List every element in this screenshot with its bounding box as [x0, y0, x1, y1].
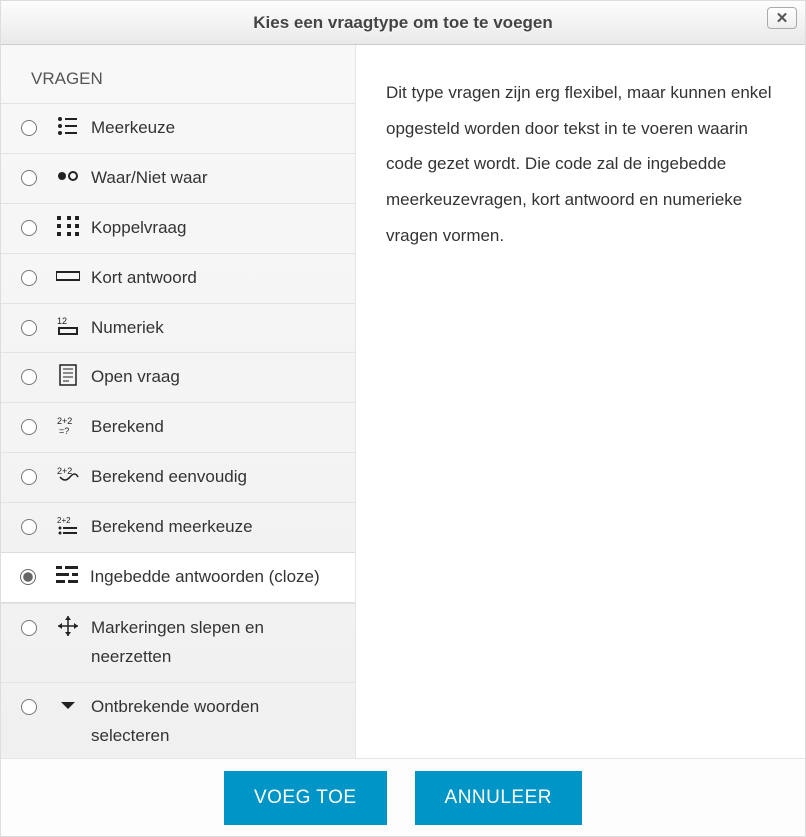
qtype-radio-openvraag[interactable]	[21, 369, 37, 385]
calculated-simple-icon: 2+2	[55, 463, 81, 487]
dialog-body: VRAGEN Meerkeuze Waar/Niet waar Koppelvraa…	[1, 45, 805, 758]
qtype-label: Waar/Niet waar	[91, 164, 339, 193]
qtype-radio-ingebedde[interactable]	[20, 569, 36, 585]
qtype-label: Kort antwoord	[91, 264, 339, 293]
qtype-option-koppelvraag[interactable]: Koppelvraag	[1, 203, 355, 253]
essay-icon	[55, 363, 81, 387]
calculated-multi-icon: 2+2	[55, 513, 81, 537]
list-icon	[55, 114, 81, 138]
qtype-radio-koppelvraag[interactable]	[21, 220, 37, 236]
svg-text:2+2: 2+2	[57, 516, 71, 525]
qtype-option-openvraag[interactable]: Open vraag	[1, 352, 355, 402]
svg-text:=?: =?	[59, 426, 69, 435]
qtype-label: Berekend meerkeuze	[91, 513, 339, 542]
qtype-radio-markeringen[interactable]	[21, 620, 37, 636]
qtype-option-numeriek[interactable]: 12 Numeriek	[1, 303, 355, 353]
shortanswer-icon	[55, 264, 81, 288]
select-missing-icon	[55, 693, 81, 717]
qtype-label: Berekend eenvoudig	[91, 463, 339, 492]
qtype-label: Meerkeuze	[91, 114, 339, 143]
qtype-option-berekend[interactable]: 2+2=? Berekend	[1, 402, 355, 452]
question-type-list[interactable]: VRAGEN Meerkeuze Waar/Niet waar Koppelvraa…	[1, 45, 355, 758]
close-icon: ✕	[776, 9, 789, 27]
qtype-option-meerkeuze[interactable]: Meerkeuze	[1, 103, 355, 153]
truefalse-icon	[55, 164, 81, 188]
qtype-option-ontbrekende[interactable]: Ontbrekende woorden selecteren	[1, 682, 355, 758]
dialog-header: Kies een vraagtype om toe te voegen ✕	[1, 1, 805, 45]
qtype-radio-kortantwoord[interactable]	[21, 270, 37, 286]
description-text: Dit type vragen zijn erg flexibel, maar …	[386, 83, 772, 245]
qtype-label: Berekend	[91, 413, 339, 442]
qtype-label: Koppelvraag	[91, 214, 339, 243]
dialog-footer: VOEG TOE ANNULEER	[1, 758, 805, 836]
qtype-label: Open vraag	[91, 363, 339, 392]
qtype-option-berekendeenvoudig[interactable]: 2+2 Berekend eenvoudig	[1, 452, 355, 502]
cancel-button[interactable]: ANNULEER	[415, 771, 582, 825]
cloze-icon	[54, 563, 80, 587]
qtype-option-ingebedde[interactable]: Ingebedde antwoorden (cloze)	[1, 552, 355, 603]
qtype-radio-meerkeuze[interactable]	[21, 120, 37, 136]
close-button[interactable]: ✕	[767, 7, 797, 29]
dialog-title: Kies een vraagtype om toe te voegen	[253, 13, 553, 33]
qtype-option-markeringen[interactable]: Markeringen slepen en neerzetten	[1, 603, 355, 682]
qtype-option-kortantwoord[interactable]: Kort antwoord	[1, 253, 355, 303]
question-type-chooser-dialog: Kies een vraagtype om toe te voegen ✕ VR…	[0, 0, 806, 837]
qtype-radio-berekendeenvoudig[interactable]	[21, 469, 37, 485]
description-pane: Dit type vragen zijn erg flexibel, maar …	[356, 45, 805, 758]
qtype-option-waarnietwaar[interactable]: Waar/Niet waar	[1, 153, 355, 203]
qtype-radio-ontbrekende[interactable]	[21, 699, 37, 715]
svg-text:2+2: 2+2	[57, 416, 72, 426]
calculated-icon: 2+2=?	[55, 413, 81, 437]
numeric-icon: 12	[55, 314, 81, 338]
qtype-label: Ontbrekende woorden selecteren	[91, 693, 339, 751]
qtype-radio-numeriek[interactable]	[21, 320, 37, 336]
qtype-option-berekendmeerkeuze[interactable]: 2+2 Berekend meerkeuze	[1, 502, 355, 552]
qtype-label: Ingebedde antwoorden (cloze)	[90, 563, 339, 592]
svg-text:2+2: 2+2	[57, 466, 72, 476]
qtype-radio-berekendmeerkeuze[interactable]	[21, 519, 37, 535]
sidebar-wrap: VRAGEN Meerkeuze Waar/Niet waar Koppelvraa…	[1, 45, 356, 758]
match-icon	[55, 214, 81, 238]
section-title: VRAGEN	[1, 55, 355, 103]
qtype-label: Numeriek	[91, 314, 339, 343]
svg-text:12: 12	[57, 316, 67, 326]
add-button[interactable]: VOEG TOE	[224, 771, 387, 825]
qtype-radio-berekend[interactable]	[21, 419, 37, 435]
dragdrop-icon	[55, 614, 81, 638]
qtype-label: Markeringen slepen en neerzetten	[91, 614, 339, 672]
qtype-radio-waarnietwaar[interactable]	[21, 170, 37, 186]
